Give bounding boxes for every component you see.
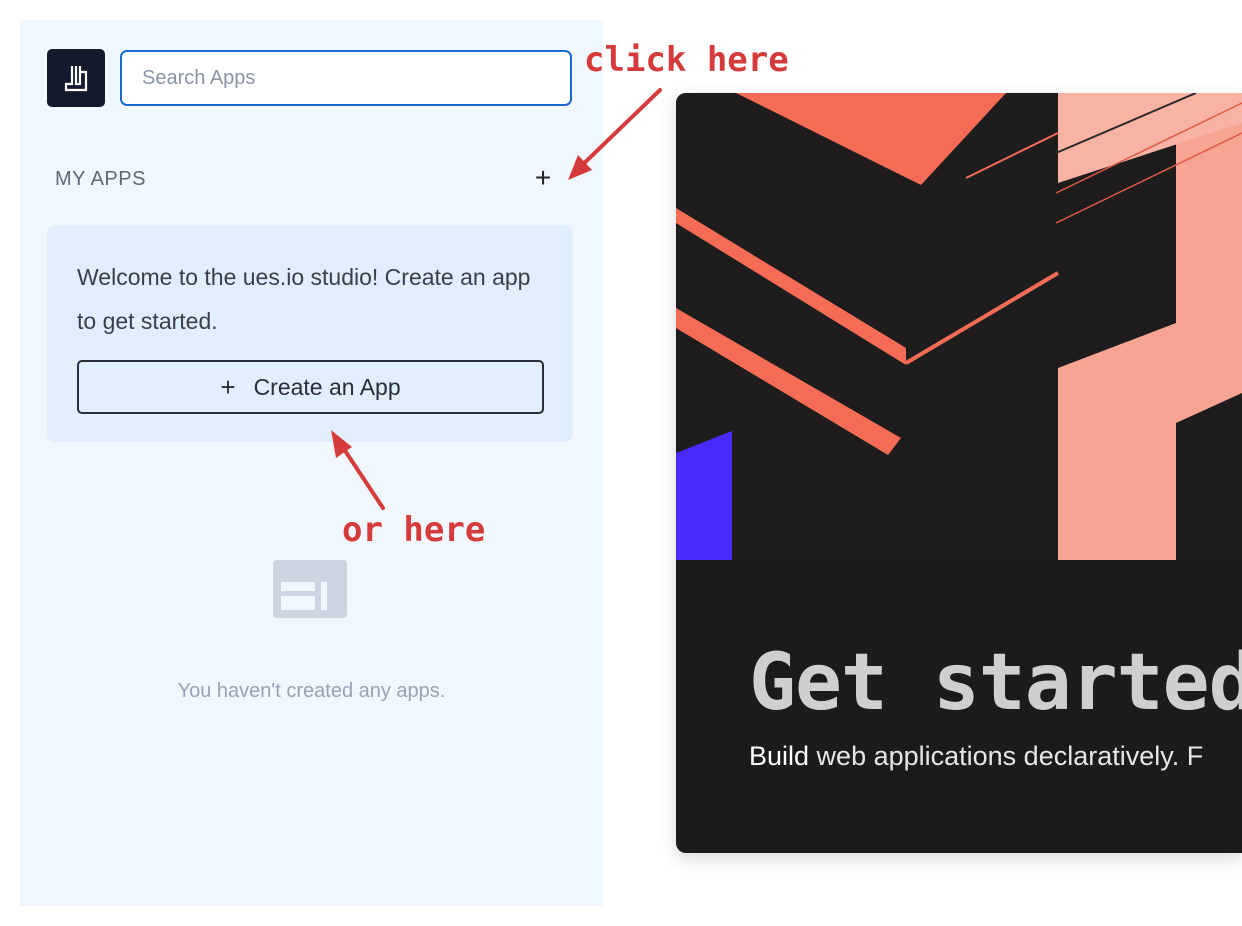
annotation-or-here: or here	[342, 510, 486, 550]
hero-subtitle-strong: Build	[749, 741, 810, 771]
hero-subtitle-rest: web applications declaratively. F	[809, 741, 1204, 771]
create-app-button[interactable]: + Create an App	[77, 360, 544, 414]
plus-icon: +	[220, 371, 236, 402]
add-app-plus-button[interactable]: +	[530, 164, 556, 192]
app-placeholder-icon	[273, 560, 347, 618]
ues-logo-icon	[64, 66, 88, 92]
welcome-card: Welcome to the ues.io studio! Create an …	[47, 225, 573, 442]
hero-title: Get started	[749, 638, 1242, 728]
empty-state-text: You haven't created any apps.	[177, 680, 446, 702]
search-input[interactable]	[120, 50, 572, 106]
welcome-message: Welcome to the ues.io studio! Create an …	[77, 264, 531, 334]
app-logo[interactable]	[47, 49, 105, 107]
my-apps-heading: MY APPS	[55, 168, 146, 190]
hero-subtitle: Build web applications declaratively. F	[749, 741, 1203, 772]
hero-illustration	[676, 93, 1242, 560]
get-started-card[interactable]: Get started Build web applications decla…	[676, 93, 1242, 853]
sidebar: MY APPS + Welcome to the ues.io studio! …	[20, 20, 603, 906]
annotation-click-here: click here	[584, 40, 789, 80]
create-app-label: Create an App	[253, 373, 401, 400]
page: MY APPS + Welcome to the ues.io studio! …	[0, 0, 1242, 926]
